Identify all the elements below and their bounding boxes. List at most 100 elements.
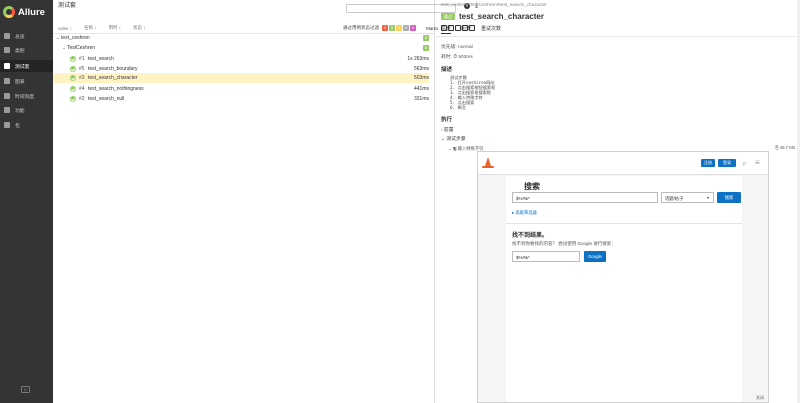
list-icon bbox=[4, 107, 10, 113]
case-duration: 503ms bbox=[413, 75, 429, 81]
passed-icon bbox=[70, 66, 76, 72]
case-order: #2 bbox=[79, 96, 85, 102]
status-filter-label: 通过用例状态过滤 bbox=[343, 25, 379, 30]
sort-name[interactable]: 名称 ↕ bbox=[84, 25, 97, 31]
test-case-row[interactable]: #1 test_search 1s 263ms bbox=[53, 54, 429, 64]
filter-passed[interactable]: 5 bbox=[389, 25, 395, 31]
menu-icon[interactable]: ≡ bbox=[755, 158, 760, 167]
test-case-row[interactable]: #2 test_search_null 331ms bbox=[53, 94, 429, 104]
sidebar-item-suites[interactable]: 测试套 bbox=[0, 60, 53, 72]
sidebar-item-label: 图表 bbox=[15, 79, 25, 85]
test-detail-panel: test_ceshren.TestCeshren#test_search_cha… bbox=[436, 0, 800, 403]
google-query-field[interactable]: $%#&* bbox=[512, 251, 580, 262]
test-case-row[interactable]: #4 test_search_nothingness 441ms bbox=[53, 84, 429, 94]
filter-skipped[interactable]: 0 bbox=[403, 25, 409, 31]
login-button[interactable]: 登录 bbox=[718, 159, 736, 167]
case-order: #5 bbox=[79, 66, 85, 72]
case-duration: 441ms bbox=[413, 86, 429, 92]
search-submit-button[interactable]: 搜索 bbox=[717, 192, 741, 203]
case-name: test_search_null bbox=[88, 96, 125, 102]
home-icon bbox=[4, 33, 10, 39]
case-order: #1 bbox=[79, 56, 85, 62]
register-button[interactable]: 注册 bbox=[701, 159, 715, 167]
sidebar-item-label: 总览 bbox=[15, 34, 25, 40]
sort-duration[interactable]: 用时 ↕ bbox=[109, 25, 122, 31]
close-label[interactable]: 关闭 bbox=[756, 395, 764, 401]
sidebar-item-label: 功能 bbox=[15, 108, 25, 114]
allure-logo[interactable]: Allure bbox=[3, 6, 53, 19]
tree-node-suite[interactable]: ⌄ TestCeshren 5 bbox=[53, 43, 429, 53]
package-icon bbox=[4, 122, 10, 128]
severity: 优先级: normal bbox=[441, 45, 473, 50]
sidebar-item-graphs[interactable]: 图表 bbox=[0, 75, 53, 87]
flag-icon bbox=[4, 47, 10, 53]
filter-broken[interactable]: 0 bbox=[396, 25, 402, 31]
sidebar-item-packages[interactable]: 包 bbox=[0, 119, 53, 131]
sidebar-item-categories[interactable]: 类别 bbox=[0, 44, 53, 56]
divider bbox=[436, 36, 800, 37]
detail-tabs: 总览 历史 重试次数 bbox=[441, 25, 511, 34]
status-badge: 通过 bbox=[441, 13, 455, 20]
case-order: #4 bbox=[79, 86, 85, 92]
sidebar-item-label: 测试套 bbox=[15, 64, 30, 70]
tab-retries[interactable]: 重试次数 bbox=[481, 25, 501, 34]
tab-overview[interactable]: 总览 bbox=[441, 25, 452, 34]
site-header: 注册 登录 ⌕ ≡ bbox=[478, 152, 768, 175]
search-query-field[interactable]: $%#&* bbox=[512, 192, 658, 203]
site-logo-base bbox=[482, 166, 494, 168]
tree-node-count: 5 bbox=[423, 45, 429, 51]
collapse-sidebar-button[interactable]: ⊳ bbox=[21, 386, 30, 393]
case-order: #3 bbox=[79, 75, 85, 81]
filter-unknown[interactable]: 0 bbox=[410, 25, 416, 31]
sidebar: Allure 总览 类别 测试套 图表 时间刻度 功能 包 ⊳ bbox=[0, 0, 53, 403]
sort-status[interactable]: 状态 ↕ bbox=[133, 25, 146, 31]
case-name: test_search_boundary bbox=[88, 66, 138, 72]
search-icon[interactable]: ⌕ bbox=[742, 159, 746, 169]
collapse-icon: ⊳ bbox=[23, 387, 28, 392]
case-duration: 331ms bbox=[413, 96, 429, 102]
sidebar-item-label: 时间刻度 bbox=[15, 94, 35, 100]
google-search-button[interactable]: Google bbox=[584, 251, 606, 262]
case-name: test_search_nothingness bbox=[88, 86, 144, 92]
sidebar-item-overview[interactable]: 总览 bbox=[0, 30, 53, 42]
status-filter: 通过用例状态过滤 0 5 0 0 0 bbox=[343, 24, 416, 32]
tab-history[interactable]: 历史 bbox=[461, 25, 471, 34]
test-case-row-selected[interactable]: #3 test_search_character 503ms bbox=[53, 73, 429, 83]
column-headers: order ↕ 名称 ↕ 用时 ↕ 状态 ↕ bbox=[58, 24, 158, 32]
divider bbox=[506, 223, 742, 224]
sidebar-item-timeline[interactable]: 时间刻度 bbox=[0, 90, 53, 102]
search-page bbox=[506, 176, 742, 402]
briefcase-icon bbox=[4, 63, 10, 69]
screenshot-attachment: 注册 登录 ⌕ ≡ 搜索 $%#&* 话题/帖子 ▾ 搜索 ▸ 高级筛选器 找不到… bbox=[477, 151, 769, 403]
site-logo-icon bbox=[485, 157, 491, 166]
case-name: test_search bbox=[88, 56, 114, 62]
case-duration: 1s 263ms bbox=[407, 56, 429, 62]
passed-icon bbox=[70, 96, 76, 102]
description-text: 测试步骤 1. 打开ceshiren网站 2. 点击搜索按钮搜索框 3. 点击搜… bbox=[450, 75, 495, 110]
search-type-select[interactable]: 话题/帖子 ▾ bbox=[661, 192, 714, 203]
sidebar-item-behaviors[interactable]: 功能 bbox=[0, 104, 53, 116]
sort-order[interactable]: order ↕ bbox=[58, 26, 72, 31]
logo-text: Allure bbox=[18, 7, 45, 18]
case-duration: 563ms bbox=[413, 66, 429, 72]
execution-heading: 执行 bbox=[441, 117, 453, 123]
passed-icon bbox=[70, 56, 76, 62]
test-body-section[interactable]: ⌄ 测试步骤 bbox=[441, 135, 466, 142]
tree-node-label: test_ceshren bbox=[61, 35, 90, 41]
filter-failed[interactable]: 0 bbox=[382, 25, 388, 31]
page-title: 测试套 bbox=[58, 3, 77, 9]
tree-node-root[interactable]: ⌄ test_ceshren 5 bbox=[53, 33, 429, 43]
clock-icon bbox=[4, 93, 10, 99]
tree-node-count: 5 bbox=[423, 35, 429, 41]
breadcrumb[interactable]: test_ceshren.TestCeshren#test_search_cha… bbox=[441, 3, 547, 8]
setup-section[interactable]: › 前置 bbox=[441, 126, 454, 133]
duration: 耗时: ⏱ 503ms bbox=[441, 55, 473, 60]
allure-report: Allure 总览 类别 测试套 图表 时间刻度 功能 包 ⊳ 测试套 i ⤓ … bbox=[0, 0, 800, 403]
tree-node-label: TestCeshren bbox=[67, 45, 96, 51]
passed-icon bbox=[70, 75, 76, 81]
case-name: test_search_character bbox=[88, 75, 138, 81]
sidebar-item-label: 类别 bbox=[15, 48, 25, 54]
advanced-filter-link[interactable]: ▸ 高级筛选器 bbox=[512, 210, 537, 216]
test-title: test_search_character bbox=[459, 12, 544, 21]
select-value: 话题/帖子 bbox=[665, 195, 684, 201]
